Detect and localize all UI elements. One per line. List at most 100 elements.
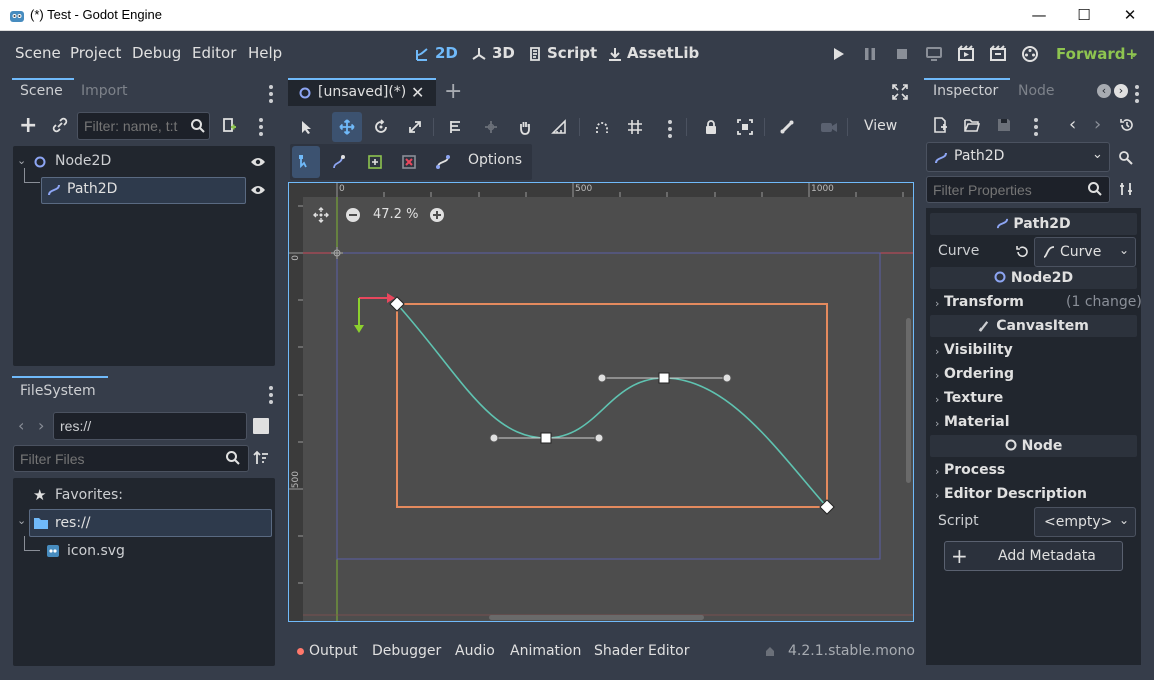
node-docs-icon[interactable]	[1118, 150, 1134, 166]
group-process[interactable]: Process	[944, 462, 1005, 478]
tab-node[interactable]: Node	[1018, 83, 1055, 99]
tab-inspector[interactable]: Inspector	[933, 83, 998, 99]
save-icon[interactable]	[996, 117, 1012, 133]
script-resource-picker[interactable]: <empty> ⌄	[1034, 507, 1136, 537]
favorites-label[interactable]: Favorites:	[55, 487, 123, 503]
new-resource-icon[interactable]	[932, 117, 948, 133]
filesystem-menu-icon[interactable]	[269, 386, 273, 407]
tab-audio[interactable]: Audio	[455, 643, 495, 659]
move-tool-button-active[interactable]	[332, 112, 362, 142]
tree-item-node2d[interactable]: Node2D	[55, 153, 111, 169]
tab-import[interactable]: Import	[81, 83, 127, 99]
inspector-dock-menu-icon[interactable]	[1135, 85, 1139, 106]
curve-control-icon[interactable]	[332, 154, 348, 170]
history-back-icon[interactable]: ‹	[1069, 114, 1076, 135]
revert-icon[interactable]	[1015, 245, 1029, 259]
pause-icon[interactable]	[861, 45, 879, 63]
path-options-menu[interactable]: Options	[468, 152, 522, 168]
group-visibility[interactable]: Visibility	[944, 342, 1013, 358]
forward-arrow-icon[interactable]: ›	[38, 416, 44, 435]
filesystem-path-input[interactable]	[53, 412, 247, 440]
play-custom-scene-icon[interactable]	[989, 45, 1007, 63]
group-texture[interactable]: Texture	[944, 390, 1003, 406]
sort-icon[interactable]	[253, 450, 269, 466]
zoom-in-icon[interactable]	[430, 208, 444, 222]
minimize-button[interactable]: —	[1016, 0, 1062, 31]
tab-debugger[interactable]: Debugger	[372, 643, 441, 659]
tab-filesystem[interactable]: FileSystem	[20, 383, 96, 399]
toggle-view-icon[interactable]	[253, 418, 269, 434]
select-points-button-active[interactable]	[292, 146, 320, 178]
open-folder-icon[interactable]	[964, 118, 980, 132]
play-icon[interactable]	[829, 45, 847, 63]
attach-script-icon[interactable]	[221, 117, 237, 133]
file-item-res[interactable]: res://	[55, 515, 91, 531]
version-label[interactable]: 4.2.1.stable.mono	[788, 643, 915, 659]
menu-debug[interactable]: Debug	[132, 44, 181, 62]
renderer-selector[interactable]: Forward+	[1056, 45, 1138, 63]
close-window-button[interactable]: ✕	[1107, 0, 1153, 31]
back-arrow-icon[interactable]: ‹	[18, 416, 24, 435]
collapse-arrow-icon[interactable]: ⌄	[17, 154, 26, 167]
add-metadata-button[interactable]: + Add Metadata	[944, 541, 1123, 571]
movie-maker-icon[interactable]	[1021, 45, 1039, 63]
dock-move-left-icon[interactable]: ‹	[1097, 84, 1111, 98]
scene-dock-menu-icon[interactable]	[269, 85, 273, 106]
rotate-tool-icon[interactable]	[373, 119, 389, 135]
tab-scene[interactable]: Scene	[20, 83, 63, 99]
tree-item-path2d[interactable]: Path2D	[67, 181, 117, 197]
camera-override-icon[interactable]	[820, 120, 838, 134]
grid-snap-icon[interactable]	[627, 119, 643, 135]
group-ordering[interactable]: Ordering	[944, 366, 1014, 382]
center-view-icon[interactable]	[313, 207, 329, 223]
view-menu[interactable]: View	[864, 118, 897, 134]
update-spinner-icon[interactable]	[763, 645, 777, 659]
file-item-icon-svg[interactable]: icon.svg	[67, 543, 125, 559]
group-editor-description[interactable]: Editor Description	[944, 486, 1087, 502]
maximize-button[interactable]: ☐	[1061, 0, 1107, 31]
dock-move-right-icon[interactable]: ›	[1114, 84, 1128, 98]
add-node-icon[interactable]: +	[19, 115, 37, 137]
visibility-eye-icon[interactable]	[250, 156, 266, 168]
select-tool-icon[interactable]	[299, 119, 315, 135]
delete-point-icon[interactable]	[401, 154, 417, 170]
add-scene-tab-icon[interactable]: +	[444, 79, 462, 104]
smart-snap-icon[interactable]	[594, 119, 610, 135]
scene-options-icon[interactable]	[259, 118, 263, 139]
history-forward-icon[interactable]: ›	[1094, 114, 1101, 135]
menu-editor[interactable]: Editor	[192, 44, 236, 62]
play-scene-icon[interactable]	[957, 45, 975, 63]
list-select-icon[interactable]	[448, 119, 464, 135]
add-point-icon[interactable]	[367, 154, 383, 170]
group-transform[interactable]: Transform	[944, 294, 1024, 310]
ruler-tool-icon[interactable]	[551, 119, 567, 135]
object-history-icon[interactable]	[1119, 117, 1135, 133]
zoom-level[interactable]: 47.2 %	[373, 207, 418, 222]
snap-options-icon[interactable]	[668, 120, 672, 141]
scene-tab[interactable]: [unsaved](*) ✕	[288, 80, 436, 106]
menu-scene[interactable]: Scene	[15, 44, 61, 62]
lock-icon[interactable]	[703, 119, 719, 135]
filter-properties-input[interactable]	[926, 176, 1110, 203]
zoom-out-icon[interactable]	[346, 208, 360, 222]
collapse-arrow-icon[interactable]: ⌄	[17, 514, 26, 527]
close-tab-icon[interactable]: ✕	[411, 83, 424, 102]
pivot-tool-icon[interactable]	[483, 119, 499, 135]
tab-output[interactable]: Output	[309, 643, 358, 659]
tab-shader-editor[interactable]: Shader Editor	[594, 643, 689, 659]
filter-files-input[interactable]	[13, 445, 249, 472]
group-material[interactable]: Material	[944, 414, 1010, 430]
pan-hand-icon[interactable]	[517, 119, 533, 135]
tab-animation[interactable]: Animation	[510, 643, 581, 659]
distraction-free-icon[interactable]	[892, 84, 908, 100]
stop-icon[interactable]	[893, 45, 911, 63]
canvas-viewport[interactable]: 0 500 1000 0 500 47.2 %	[288, 182, 914, 622]
close-curve-icon[interactable]	[435, 154, 451, 170]
skeleton-bone-icon[interactable]	[779, 119, 795, 135]
menu-project[interactable]: Project	[70, 44, 121, 62]
group-icon[interactable]	[737, 119, 753, 135]
curve-resource-picker[interactable]: Curve ⌄	[1034, 237, 1136, 267]
scale-tool-icon[interactable]	[407, 119, 423, 135]
menu-help[interactable]: Help	[248, 44, 282, 62]
resource-options-icon[interactable]	[1034, 118, 1038, 139]
